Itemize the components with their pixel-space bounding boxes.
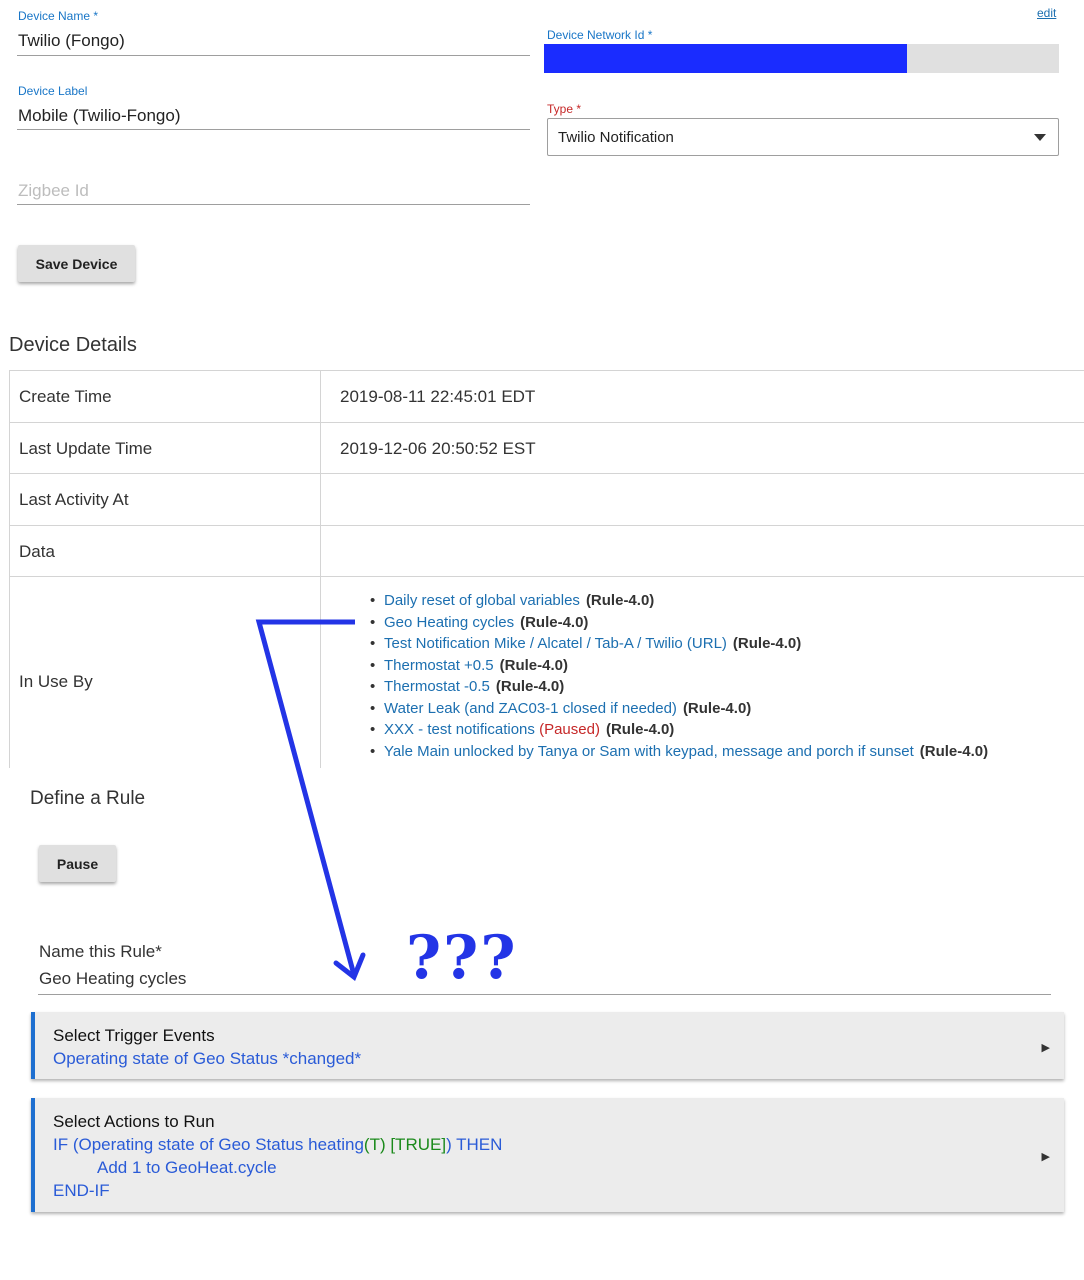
arrow-annotation-icon bbox=[255, 619, 366, 981]
